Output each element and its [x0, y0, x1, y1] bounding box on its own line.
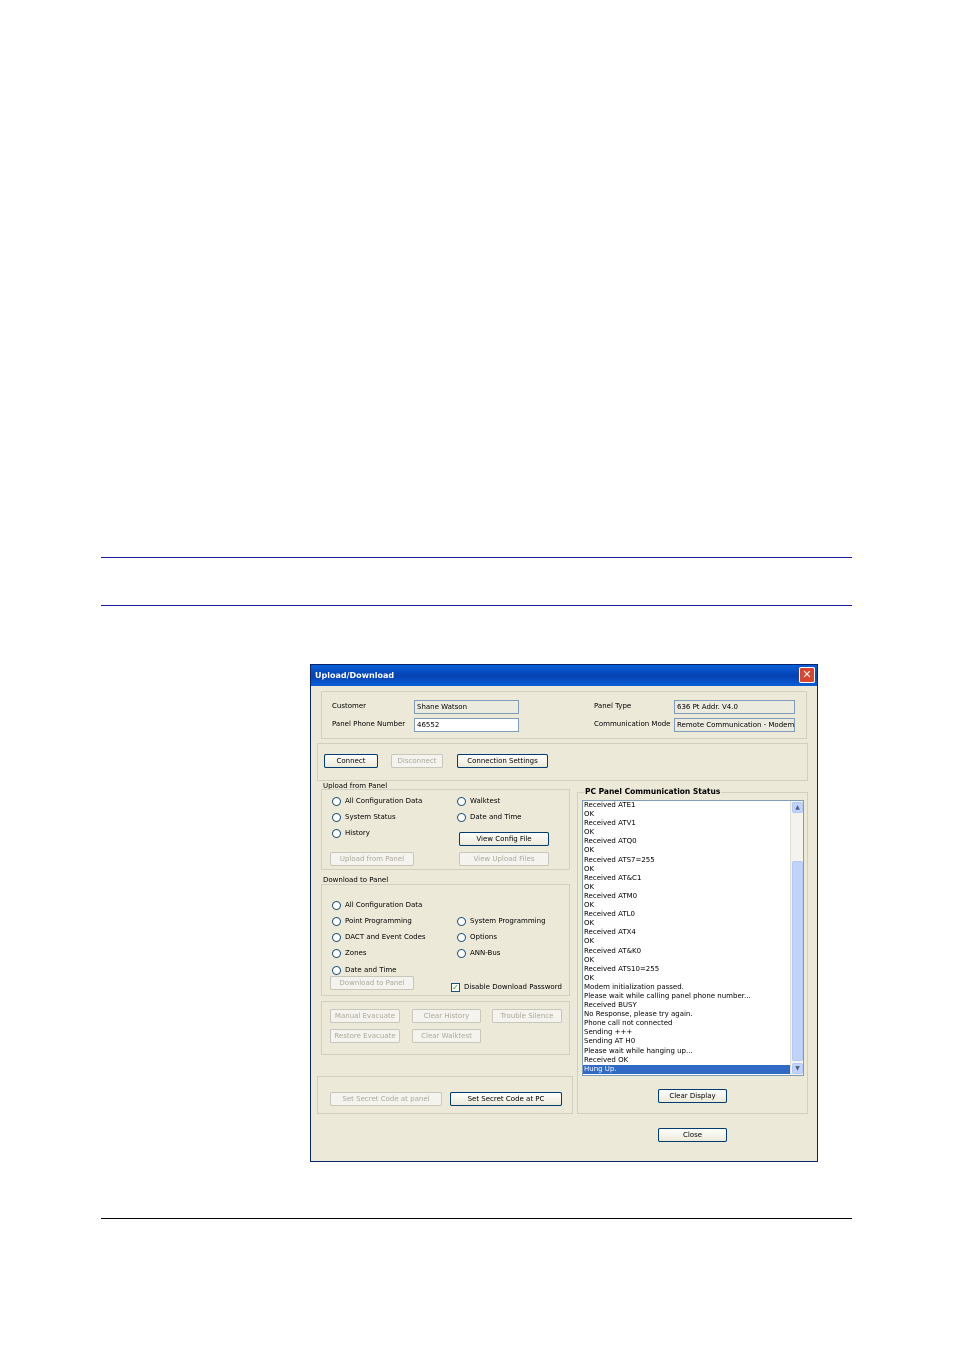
status-log-line[interactable]: Received ATQ0	[583, 837, 790, 846]
status-log-line[interactable]: OK	[583, 901, 790, 910]
phone-number-input[interactable]: 46552	[414, 718, 519, 732]
status-log-line[interactable]: Received ATS7=255	[583, 856, 790, 865]
status-log-line[interactable]: Modem initialization passed.	[583, 983, 790, 992]
window-title-bar: Upload/Download ✕	[311, 665, 817, 686]
download-zones-radio[interactable]	[332, 949, 341, 958]
window-title: Upload/Download	[315, 671, 395, 680]
status-log-line[interactable]: OK	[583, 846, 790, 855]
download-dact-radio[interactable]	[332, 933, 341, 942]
status-log-line[interactable]: OK	[583, 919, 790, 928]
status-log-line[interactable]: Received BUSY	[583, 1001, 790, 1010]
status-log-line[interactable]: Hung Up.	[583, 1064, 790, 1074]
status-log: Received ATE1 OK Received ATV1 OK Received A…	[583, 801, 790, 1074]
status-log-line[interactable]: Received ATL0	[583, 910, 790, 919]
restore-evacuate-button[interactable]: Restore Evacuate	[330, 1029, 400, 1043]
panel-type-field: 636 Pt Addr. V4.0	[674, 700, 795, 714]
status-log-line[interactable]: Please wait while calling panel phone nu…	[583, 992, 790, 1001]
download-system-programming-radio[interactable]	[457, 917, 466, 926]
disable-password-checkbox[interactable]: ✓	[451, 983, 460, 992]
status-scrollbar[interactable]: ▲ ▼	[790, 801, 803, 1075]
status-log-line[interactable]: Received OK	[583, 1056, 790, 1065]
status-log-line[interactable]: OK	[583, 810, 790, 819]
status-log-line[interactable]: Phone call not connected	[583, 1019, 790, 1028]
phone-label: Panel Phone Number	[332, 720, 406, 728]
upload-walktest-label: Walktest	[470, 797, 501, 805]
status-log-line[interactable]: OK	[583, 883, 790, 892]
view-upload-files-button[interactable]: View Upload Files	[459, 852, 549, 866]
scroll-thumb[interactable]	[792, 861, 803, 1061]
status-log-line[interactable]: Received ATS10=255	[583, 965, 790, 974]
trouble-silence-button[interactable]: Trouble Silence	[492, 1009, 562, 1023]
status-log-line[interactable]: OK	[583, 865, 790, 874]
close-icon[interactable]: ✕	[799, 667, 815, 683]
status-log-line[interactable]: Please wait while hanging up...	[583, 1047, 790, 1056]
status-log-line[interactable]: OK	[583, 828, 790, 837]
download-all-config-label: All Configuration Data	[345, 901, 423, 909]
manual-evacuate-button[interactable]: Manual Evacuate	[330, 1009, 400, 1023]
connect-button[interactable]: Connect	[324, 754, 378, 768]
download-zones-label: Zones	[345, 949, 367, 957]
status-log-line[interactable]: Received ATE1	[583, 801, 790, 810]
scroll-up-icon[interactable]: ▲	[792, 802, 803, 813]
status-log-line[interactable]: Received AT&C1	[583, 874, 790, 883]
upload-date-time-label: Date and Time	[470, 813, 522, 821]
status-log-line[interactable]: Received ATM0	[583, 892, 790, 901]
clear-walktest-button[interactable]: Clear Walktest	[412, 1029, 481, 1043]
status-log-line[interactable]: Received ATX4	[583, 928, 790, 937]
status-log-line[interactable]: OK	[583, 974, 790, 983]
download-to-panel-button[interactable]: Download to Panel	[330, 976, 414, 990]
status-log-line[interactable]: Sending +++	[583, 1028, 790, 1037]
download-all-config-radio[interactable]	[332, 901, 341, 910]
download-date-time-label: Date and Time	[345, 966, 397, 974]
status-log-line[interactable]: No Response, please try again.	[583, 1010, 790, 1019]
download-ann-bus-label: ANN-Bus	[470, 949, 501, 957]
status-log-line[interactable]: OK	[583, 956, 790, 965]
connection-settings-button[interactable]: Connection Settings	[457, 754, 548, 768]
close-button[interactable]: Close	[658, 1128, 727, 1142]
disable-password-label: Disable Download Password	[464, 983, 562, 991]
set-secret-code-panel-button[interactable]: Set Secret Code at panel	[330, 1092, 442, 1106]
download-system-programming-label: System Programming	[470, 917, 546, 925]
status-log-line[interactable]: Sending AT H0	[583, 1037, 790, 1046]
top-rule	[101, 557, 852, 558]
scroll-down-icon[interactable]: ▼	[792, 1063, 803, 1074]
set-secret-code-pc-button[interactable]: Set Secret Code at PC	[450, 1092, 562, 1106]
download-options-label: Options	[470, 933, 498, 941]
customer-field: Shane Watson	[414, 700, 519, 714]
download-date-time-radio[interactable]	[332, 966, 341, 975]
comm-mode-field: Remote Communication - Modem	[674, 718, 795, 732]
download-point-programming-radio[interactable]	[332, 917, 341, 926]
second-rule	[101, 605, 852, 606]
upload-date-time-radio[interactable]	[457, 813, 466, 822]
status-log-line[interactable]: OK	[583, 937, 790, 946]
window-body: Customer Shane Watson Panel Phone Number…	[311, 686, 817, 1161]
upload-from-panel-button[interactable]: Upload from Panel	[330, 852, 414, 866]
status-log-line[interactable]: Received ATV1	[583, 819, 790, 828]
status-heading: PC Panel Communication Status	[584, 787, 722, 796]
clear-display-button[interactable]: Clear Display	[658, 1089, 727, 1103]
upload-system-status-radio[interactable]	[332, 813, 341, 822]
comm-mode-label: Communication Mode	[594, 720, 671, 728]
clear-history-button[interactable]: Clear History	[412, 1009, 481, 1023]
download-dact-label: DACT and Event Codes	[345, 933, 426, 941]
upload-walktest-radio[interactable]	[457, 797, 466, 806]
download-options-radio[interactable]	[457, 933, 466, 942]
status-log-box[interactable]: Received ATE1 OK Received ATV1 OK Received A…	[582, 800, 804, 1076]
upload-all-config-label: All Configuration Data	[345, 797, 423, 805]
disconnect-button[interactable]: Disconnect	[391, 754, 443, 768]
customer-label: Customer	[332, 702, 367, 710]
upload-download-window: Upload/Download ✕ Customer Shane Watson …	[310, 664, 818, 1162]
status-log-line[interactable]: Received AT&K0	[583, 947, 790, 956]
footer-rule	[101, 1218, 852, 1219]
panel-type-label: Panel Type	[594, 702, 632, 710]
upload-all-config-radio[interactable]	[332, 797, 341, 806]
upload-system-status-label: System Status	[345, 813, 396, 821]
upload-history-label: History	[345, 829, 370, 837]
download-point-programming-label: Point Programming	[345, 917, 412, 925]
upload-history-radio[interactable]	[332, 829, 341, 838]
view-config-file-button[interactable]: View Config File	[459, 832, 549, 846]
download-ann-bus-radio[interactable]	[457, 949, 466, 958]
